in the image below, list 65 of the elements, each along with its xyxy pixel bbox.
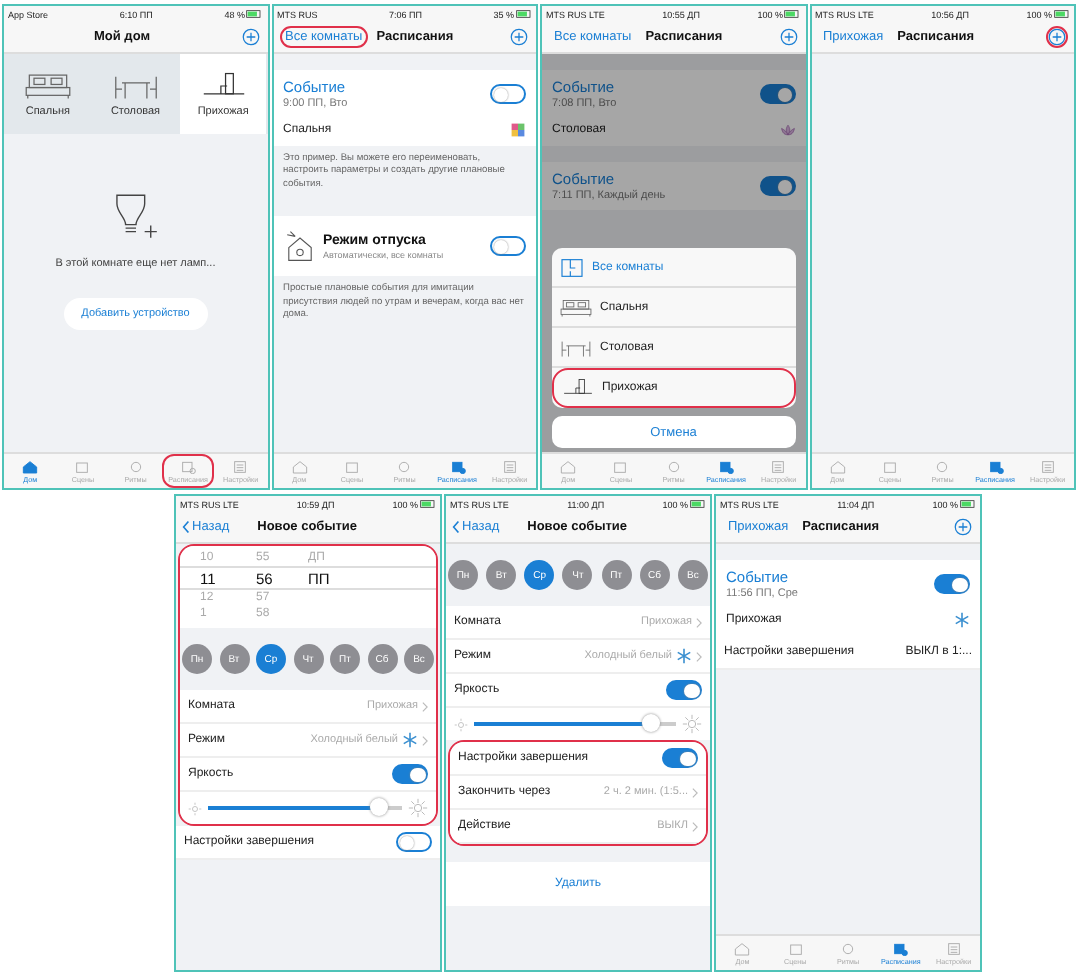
back-chevron-icon xyxy=(452,520,460,534)
house-icon xyxy=(829,459,846,473)
toggle-switch[interactable] xyxy=(934,574,970,594)
house-icon xyxy=(734,941,751,955)
house-icon xyxy=(560,459,577,473)
house-icon xyxy=(291,459,308,473)
add-button[interactable] xyxy=(952,516,974,538)
battery-icon xyxy=(246,10,263,18)
lotus-icon xyxy=(779,122,795,138)
list-icon xyxy=(945,941,962,955)
dining-table-icon xyxy=(111,71,160,99)
list-icon xyxy=(501,459,518,473)
toggle-switch[interactable] xyxy=(490,236,526,257)
toggle-switch[interactable] xyxy=(490,84,526,104)
color-grid-icon xyxy=(510,122,526,138)
calendar-icon xyxy=(449,459,466,473)
film-icon xyxy=(787,941,804,955)
bed-icon xyxy=(23,71,72,99)
snowflake-icon xyxy=(954,612,970,628)
circle-icon xyxy=(127,459,144,473)
list-icon xyxy=(770,459,787,473)
dim-sun-icon xyxy=(188,801,202,815)
add-button[interactable] xyxy=(777,26,799,48)
house-icon xyxy=(22,459,39,473)
toggle-switch[interactable] xyxy=(759,176,795,196)
battery-icon xyxy=(960,500,976,508)
battery-icon xyxy=(1053,10,1070,18)
battery-icon xyxy=(419,500,436,508)
film-icon xyxy=(74,459,91,473)
battery-icon xyxy=(784,10,801,18)
list-icon xyxy=(232,459,249,473)
calendar-icon xyxy=(180,459,197,473)
slider-thumb[interactable] xyxy=(642,714,661,733)
toggle-switch[interactable] xyxy=(396,832,432,852)
toggle-switch[interactable] xyxy=(392,764,428,784)
toggle-switch[interactable] xyxy=(666,680,702,700)
calendar-icon xyxy=(718,459,735,473)
bright-sun-icon xyxy=(682,714,702,734)
film-icon xyxy=(612,459,629,473)
list-icon xyxy=(1039,459,1056,473)
bed-icon xyxy=(560,297,592,317)
calendar-icon xyxy=(987,459,1004,473)
toggle-switch[interactable] xyxy=(662,748,698,768)
circle-icon xyxy=(934,459,951,473)
circle-icon xyxy=(396,459,413,473)
house-plane-icon xyxy=(283,230,315,263)
coat-rack-icon xyxy=(199,71,248,99)
battery-icon xyxy=(516,10,532,18)
film-icon xyxy=(881,459,898,473)
battery-icon xyxy=(690,500,706,508)
coat-rack-icon xyxy=(562,378,594,398)
dining-table-icon xyxy=(560,337,592,357)
back-chevron-icon xyxy=(182,520,190,534)
add-button[interactable] xyxy=(1046,26,1068,48)
add-button[interactable] xyxy=(508,26,530,48)
slider-thumb[interactable] xyxy=(369,798,388,817)
bright-sun-icon xyxy=(408,798,428,818)
circle-icon xyxy=(665,459,682,473)
toggle-switch[interactable] xyxy=(759,84,795,104)
film-icon xyxy=(343,459,360,473)
circle-icon xyxy=(840,941,857,955)
add-button[interactable] xyxy=(239,26,261,48)
floor-plan-icon xyxy=(560,257,584,277)
dim-sun-icon xyxy=(454,717,468,731)
calendar-icon xyxy=(892,941,909,955)
